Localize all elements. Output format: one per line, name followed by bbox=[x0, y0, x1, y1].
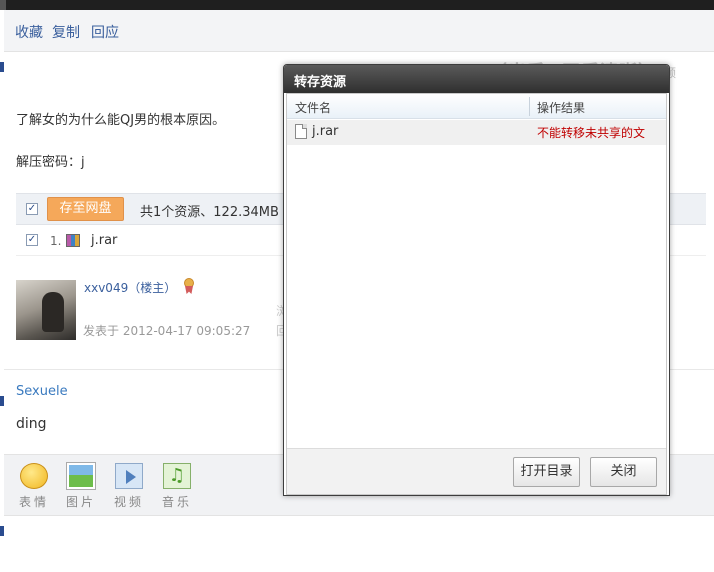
reply-link[interactable]: 回应 bbox=[91, 22, 119, 42]
medal-badge-icon bbox=[182, 278, 196, 294]
dialog-body: 文件名 操作结果 j.rar 不能转移未共享的文 打开目录 关闭 bbox=[286, 93, 667, 495]
top-bar-edge bbox=[0, 0, 6, 10]
dialog-titlebar[interactable]: 转存资源 bbox=[284, 65, 669, 93]
file-summary: 共1个资源、122.34MB bbox=[140, 205, 279, 220]
reply-text: ding bbox=[16, 416, 47, 432]
column-header-result: 操作结果 bbox=[537, 101, 586, 115]
reply-username[interactable]: Sexuele bbox=[16, 384, 68, 399]
music-icon: ♫ bbox=[163, 463, 191, 489]
open-directory-button[interactable]: 打开目录 bbox=[513, 457, 580, 487]
dialog-footer: 打开目录 关闭 bbox=[287, 448, 666, 494]
post-body-text: 了解女的为什么能QJ男的根本原因。 bbox=[16, 113, 226, 128]
column-header-filename: 文件名 bbox=[295, 101, 332, 115]
tool-label: 视频 bbox=[113, 495, 144, 509]
row-result-status: 不能转移未共享的文 bbox=[537, 126, 646, 140]
tool-label: 表情 bbox=[18, 495, 49, 509]
tool-label: 音乐 bbox=[161, 495, 192, 509]
music-tool-button[interactable]: ♫ 音乐 bbox=[157, 463, 197, 513]
top-dark-bar bbox=[0, 0, 714, 10]
avatar-figure bbox=[42, 292, 64, 332]
result-table-header: 文件名 操作结果 bbox=[287, 94, 666, 119]
select-all-checkbox[interactable]: ✓ bbox=[26, 203, 38, 215]
row-file-name: j.rar bbox=[312, 124, 339, 139]
post-action-bar: 收藏 复制 回应 bbox=[4, 10, 714, 52]
extract-password-text: 解压密码：j bbox=[16, 155, 85, 170]
rar-file-icon bbox=[66, 234, 80, 247]
save-resource-dialog: 转存资源 文件名 操作结果 j.rar 不能转移未共享的文 打开目录 关闭 bbox=[283, 64, 670, 496]
file-checkbox[interactable]: ✓ bbox=[26, 234, 38, 246]
favorite-link[interactable]: 收藏 bbox=[15, 22, 43, 42]
file-index: 1. bbox=[50, 234, 62, 248]
document-icon bbox=[295, 124, 307, 139]
save-to-netdisk-button[interactable]: 存至网盘 bbox=[47, 197, 124, 221]
smile-icon bbox=[20, 463, 48, 489]
video-icon bbox=[115, 463, 143, 489]
copy-link[interactable]: 复制 bbox=[52, 22, 80, 42]
post-timestamp: 发表于 2012-04-17 09:05:27 bbox=[83, 324, 251, 338]
emoji-tool-button[interactable]: 表情 bbox=[14, 463, 54, 513]
tool-label: 图片 bbox=[65, 495, 96, 509]
column-separator bbox=[529, 97, 530, 116]
avatar[interactable] bbox=[16, 280, 76, 340]
image-tool-button[interactable]: 图片 bbox=[61, 462, 101, 513]
table-row[interactable]: j.rar 不能转移未共享的文 bbox=[287, 120, 666, 145]
video-tool-button[interactable]: 视频 bbox=[109, 463, 149, 513]
dialog-title: 转存资源 bbox=[294, 75, 347, 90]
close-button[interactable]: 关闭 bbox=[590, 457, 657, 487]
file-name[interactable]: j.rar bbox=[91, 233, 117, 248]
image-icon bbox=[66, 462, 96, 490]
author-username[interactable]: xxv049（楼主） bbox=[84, 279, 176, 296]
